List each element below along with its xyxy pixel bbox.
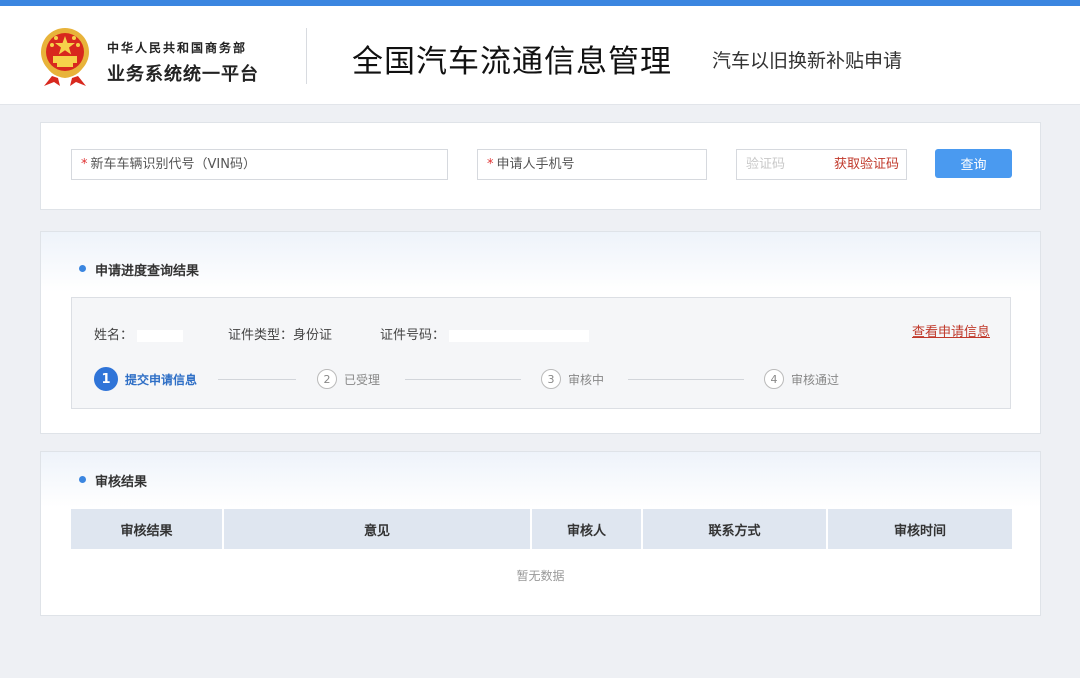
vin-input[interactable]: * 新车车辆识别代号（VIN码） (71, 149, 448, 180)
redacted-id-number (449, 329, 590, 342)
page-header: 中华人民共和国商务部 业务系统统一平台 全国汽车流通信息管理 汽车以旧换新补贴申… (0, 6, 1080, 105)
applicant-info-box: 姓名： 证件类型：身份证 证件号码： 查看申请信息 1 提交申请信息 2 已受理… (71, 297, 1011, 409)
required-mark: * (81, 157, 88, 172)
page-subtitle: 汽车以旧换新补贴申请 (712, 50, 903, 72)
phone-input-label: 申请人手机号 (496, 157, 575, 172)
step-label: 审核通过 (791, 372, 840, 387)
step-connector (218, 379, 296, 380)
search-panel: * 新车车辆识别代号（VIN码） * 申请人手机号 验证码 获取验证码 查询 (40, 122, 1041, 210)
step-accepted: 2 已受理 (317, 368, 380, 390)
step-label: 已受理 (344, 372, 381, 387)
step-submit: 1 提交申请信息 (94, 367, 198, 391)
id-number: 证件号码： (380, 324, 590, 343)
view-application-link[interactable]: 查看申请信息 (912, 321, 990, 340)
column-header-contact: 联系方式 (643, 509, 828, 549)
step-label: 审核中 (568, 372, 605, 387)
step-approved: 4 审核通过 (764, 368, 839, 390)
empty-state-text: 暂无数据 (516, 569, 565, 583)
step-number: 1 (94, 367, 118, 391)
vin-input-label: 新车车辆识别代号（VIN码） (90, 157, 256, 172)
name-label: 姓名： (94, 328, 134, 343)
org-name-line1: 中华人民共和国商务部 (107, 41, 248, 55)
verification-code-input[interactable]: 验证码 获取验证码 (736, 149, 907, 180)
step-number: 3 (541, 369, 561, 389)
redacted-name (137, 329, 184, 342)
id-type: 证件类型：身份证 (228, 328, 333, 343)
result-section-title: 审核结果 (79, 471, 147, 490)
progress-panel: 申请进度查询结果 姓名： 证件类型：身份证 证件号码： 查看申请信息 1 提交申… (40, 231, 1041, 434)
org-name-line2: 业务系统统一平台 (107, 64, 259, 85)
column-header-opinion: 意见 (224, 509, 532, 549)
national-emblem-icon (41, 28, 89, 86)
column-header-time: 审核时间 (828, 509, 1012, 549)
query-button[interactable]: 查询 (935, 149, 1012, 178)
result-table-header: 审核结果 意见 审核人 联系方式 审核时间 (71, 509, 1012, 549)
column-header-reviewer: 审核人 (532, 509, 643, 549)
step-label: 提交申请信息 (125, 372, 198, 387)
review-result-panel: 审核结果 审核结果 意见 审核人 联系方式 审核时间 暂无数据 (40, 451, 1041, 616)
step-connector (405, 379, 521, 380)
phone-input[interactable]: * 申请人手机号 (477, 149, 707, 180)
id-number-label: 证件号码： (380, 328, 446, 343)
verification-code-placeholder: 验证码 (746, 157, 786, 172)
step-number: 2 (317, 369, 337, 389)
step-number: 4 (764, 369, 784, 389)
get-code-button[interactable]: 获取验证码 (834, 150, 899, 179)
step-connector (628, 379, 744, 380)
page-title: 全国汽车流通信息管理 (352, 44, 672, 80)
header-divider (306, 28, 307, 84)
progress-section-title: 申请进度查询结果 (79, 260, 199, 279)
required-mark: * (487, 157, 494, 172)
applicant-name: 姓名： (94, 324, 184, 343)
column-header-result: 审核结果 (71, 509, 224, 549)
step-reviewing: 3 审核中 (541, 368, 604, 390)
